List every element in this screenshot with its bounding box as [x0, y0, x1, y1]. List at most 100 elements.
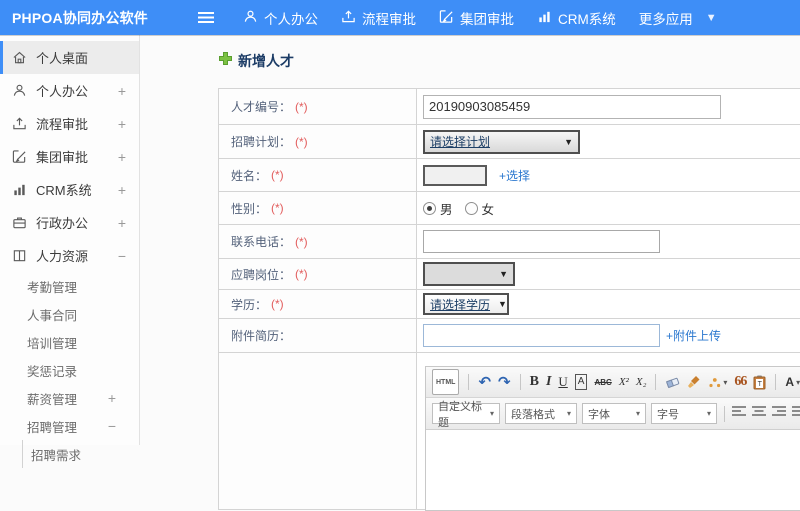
caret-down-icon: ▼ [499, 269, 508, 279]
menu-toggle-icon[interactable] [197, 0, 215, 35]
field-label: 学历： (*) [219, 290, 417, 318]
sidebar-item-label: 个人桌面 [36, 51, 89, 66]
field-cell: +选择 [417, 159, 800, 191]
sidebar-item-group-approval[interactable]: 集团审批 + [0, 140, 139, 173]
caret-down-icon: ▾ [635, 409, 640, 418]
expand-sign[interactable]: + [118, 215, 126, 231]
sidebar-item-personal-office[interactable]: 个人办公 + [0, 74, 139, 107]
sidebar-item-personnel-contract[interactable]: 人事合同 [0, 300, 139, 328]
caret-down-icon: ▾ [706, 409, 711, 418]
book-icon [12, 248, 27, 263]
edit-icon [12, 149, 27, 164]
sidebar-item-crm-system[interactable]: CRM系统 + [0, 173, 139, 206]
field-cell: ▼ [417, 259, 800, 289]
editor-content-area[interactable] [426, 430, 800, 510]
sidebar-item-recruit-demand[interactable]: 招聘需求 [0, 440, 139, 468]
recruit-plan-select[interactable]: 请选择计划 ▼ [423, 129, 580, 154]
name-choose-link[interactable]: +选择 [499, 167, 530, 184]
add-icon [219, 52, 232, 70]
expand-sign[interactable]: + [118, 149, 126, 165]
sidebar-item-personal-desktop[interactable]: 个人桌面 [0, 41, 139, 74]
required-mark: (*) [295, 134, 308, 149]
expand-sign[interactable]: + [118, 83, 126, 99]
sidebar-item-label: 个人办公 [36, 84, 89, 99]
sidebar-item-human-resources[interactable]: 人力资源 − [0, 239, 139, 272]
align-left-icon[interactable] [732, 405, 747, 423]
field-label: 姓名： (*) [219, 159, 417, 191]
superscript-button[interactable]: X² [619, 372, 629, 392]
sidebar-item-salary-mgmt[interactable]: 薪资管理 + [0, 384, 139, 412]
attachment-upload-link[interactable]: +附件上传 [666, 327, 721, 344]
nav-crm-system[interactable]: CRM系统 [537, 8, 616, 28]
font-family-dropdown[interactable]: 字体 ▾ [582, 403, 646, 424]
field-cell: 请选择学历 ▼ [417, 290, 800, 318]
nav-personal-office[interactable]: 个人办公 [243, 8, 318, 28]
eraser-icon[interactable] [665, 372, 680, 392]
paste-as-text-icon[interactable]: T [753, 372, 766, 392]
custom-heading-dropdown[interactable]: 自定义标题 ▾ [432, 401, 500, 429]
align-center-icon[interactable] [752, 405, 767, 423]
align-justify-icon[interactable] [792, 405, 800, 423]
bold-button[interactable]: B [530, 372, 539, 392]
talent-no-input[interactable] [423, 94, 721, 119]
name-input[interactable] [423, 164, 487, 186]
redo-icon[interactable]: ↷ [498, 372, 511, 392]
sidebar-item-label: 行政办公 [36, 216, 89, 231]
phone-input[interactable] [423, 230, 660, 253]
app-brand: PHPOA协同办公软件 [12, 9, 148, 26]
page-title-text: 新增人才 [238, 53, 294, 69]
form-row-talent-no: 人才编号： (*) [219, 89, 800, 125]
sidebar-item-training-mgmt[interactable]: 培训管理 [0, 328, 139, 356]
paragraph-format-dropdown[interactable]: 段落格式 ▾ [505, 403, 577, 424]
field-cell [417, 225, 800, 258]
align-right-icon[interactable] [772, 405, 787, 423]
source-code-button[interactable]: HTML [432, 369, 460, 395]
expand-sign[interactable]: − [118, 248, 126, 264]
required-mark: (*) [295, 99, 308, 114]
nav-workflow-approval[interactable]: 流程审批 [341, 8, 416, 28]
toolbar-separator [775, 374, 777, 390]
field-cell: +附件上传 [417, 319, 800, 352]
expand-sign[interactable]: + [118, 116, 126, 132]
sidebar-item-reward-punishment[interactable]: 奖惩记录 [0, 356, 139, 384]
char-border-button[interactable]: A [574, 374, 588, 390]
sidebar-item-admin-office[interactable]: 行政办公 + [0, 206, 139, 239]
nav-label: CRM系统 [558, 11, 616, 27]
briefcase-icon [12, 215, 27, 230]
font-color-button[interactable]: A ▾ [785, 372, 800, 392]
topbar: PHPOA协同办公软件 个人办公 流程审批 集团审批 CRM系统 更多应用 ▼ [0, 0, 800, 35]
resume-input[interactable] [423, 324, 660, 347]
expand-sign[interactable]: + [118, 182, 126, 198]
sidebar-item-attendance-mgmt[interactable]: 考勤管理 [0, 272, 139, 300]
gender-female-radio[interactable] [464, 201, 478, 215]
user-icon [12, 83, 27, 98]
font-color-letter: A [785, 375, 795, 389]
gender-male-radio[interactable] [423, 201, 436, 215]
nav-label: 个人办公 [264, 11, 318, 27]
nav-more-apps[interactable]: 更多应用 ▼ [639, 8, 717, 28]
sidebar-item-recruit-mgmt[interactable]: 招聘管理 − [0, 412, 139, 440]
field-label: 性别： (*) [219, 192, 417, 224]
underline-button[interactable]: U [558, 372, 567, 392]
expand-sign[interactable]: − [108, 418, 116, 434]
subscript-button[interactable]: X₂ [636, 372, 647, 392]
degree-select[interactable]: 请选择学历 ▼ [423, 293, 509, 315]
expand-sign[interactable]: + [108, 390, 116, 406]
form-row-resume-attachment: 附件简历： +附件上传 [219, 319, 800, 353]
editor-toolbar-row1: HTML ↶ ↷ B I U A ABC X² X₂ ▾ 66 T A ▾ [426, 367, 800, 398]
label-text: 附件简历： [231, 329, 292, 343]
dropdown-value: 段落格式 [511, 408, 555, 421]
italic-button[interactable]: I [546, 372, 551, 392]
format-brush-icon[interactable] [687, 372, 701, 392]
toolbar-separator [724, 405, 725, 422]
sidebar-item-workflow-approval[interactable]: 流程审批 + [0, 107, 139, 140]
font-size-dropdown[interactable]: 字号 ▾ [651, 403, 717, 424]
auto-typeset-icon[interactable]: ▾ [708, 372, 727, 392]
required-mark: (*) [271, 297, 284, 311]
blockquote-button[interactable]: 66 [734, 372, 747, 392]
nav-group-approval[interactable]: 集团审批 [439, 8, 514, 28]
undo-icon[interactable]: ↶ [478, 372, 491, 392]
applied-post-select[interactable]: ▼ [423, 262, 515, 286]
strikethrough-button[interactable]: ABC [594, 372, 611, 392]
nav-label: 流程审批 [362, 11, 416, 27]
